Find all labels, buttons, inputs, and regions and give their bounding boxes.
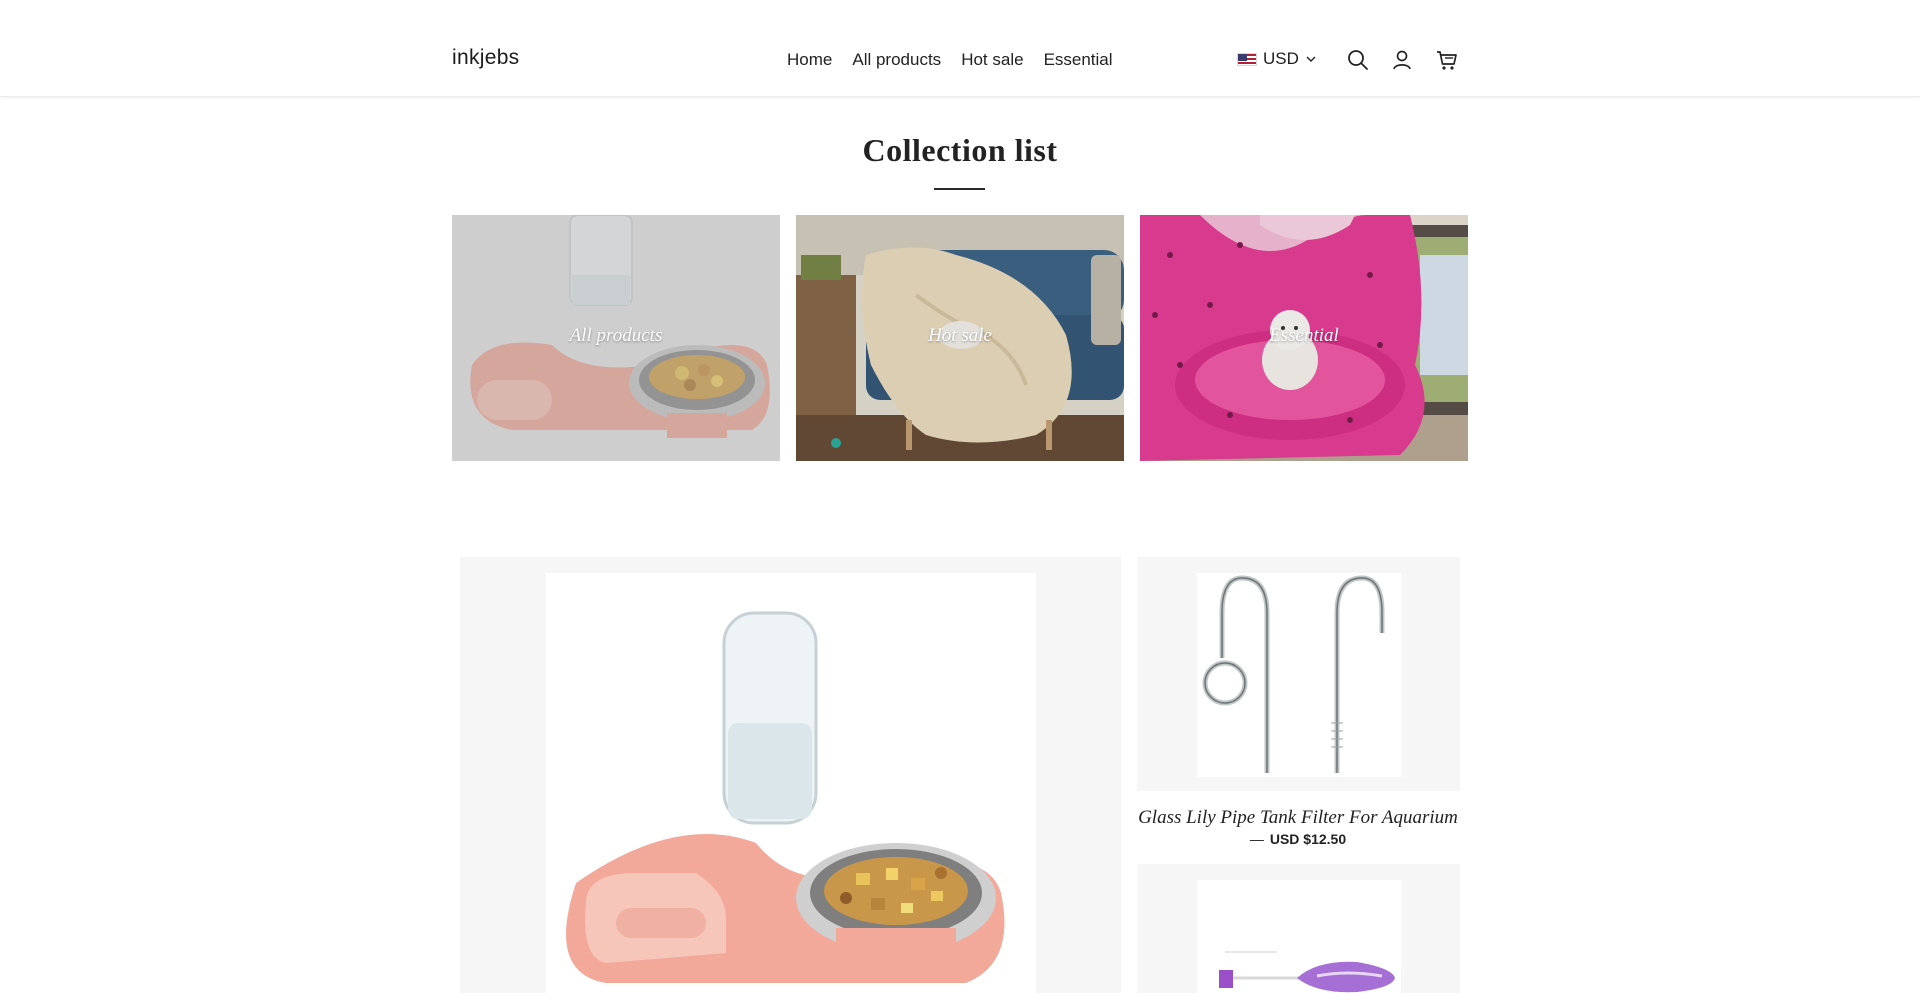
aquarium-tool-image <box>1197 880 1401 993</box>
account-icon[interactable] <box>1390 48 1414 72</box>
currency-label: USD <box>1263 49 1299 68</box>
glass-lily-pipe-image <box>1197 573 1401 777</box>
main-nav: Home All products Hot sale Essential <box>787 50 1113 70</box>
tile-label: Hot sale <box>928 325 992 346</box>
nav-home[interactable]: Home <box>787 50 832 70</box>
collection-tile-hot-sale[interactable]: Hot sale <box>796 215 1124 461</box>
product-card[interactable] <box>1137 557 1460 791</box>
tile-label: Essential <box>1269 325 1339 346</box>
product-image <box>546 573 1036 993</box>
search-icon[interactable] <box>1346 48 1370 72</box>
collection-tile-essential[interactable]: Essential <box>1140 215 1468 461</box>
product-image <box>1197 880 1401 993</box>
currency-selector[interactable]: USD <box>1237 49 1317 69</box>
collection-list-title: Collection list <box>862 132 1058 168</box>
collection-tile-all-products[interactable]: All products <box>452 215 780 461</box>
tile-label: All products <box>569 325 663 346</box>
product-title[interactable]: Glass Lily Pipe Tank Filter For Aquarium <box>1120 807 1476 829</box>
chevron-down-icon <box>1306 56 1316 62</box>
featured-product-large[interactable] <box>460 557 1121 993</box>
title-divider <box>934 188 985 190</box>
site-header: inkjebs Home All products Hot sale Essen… <box>0 0 1920 97</box>
us-flag-icon <box>1237 52 1257 66</box>
pet-feeder-product-image <box>546 573 1036 993</box>
nav-all-products[interactable]: All products <box>852 50 941 70</box>
nav-essential[interactable]: Essential <box>1044 50 1113 70</box>
site-logo[interactable]: inkjebs <box>452 46 519 70</box>
price-value: USD $12.50 <box>1269 831 1347 847</box>
cart-icon[interactable] <box>1435 48 1459 72</box>
price-dash: — <box>1249 831 1264 847</box>
product-price: — USD $12.50 <box>1120 831 1476 847</box>
product-card[interactable] <box>1137 864 1460 993</box>
nav-hot-sale[interactable]: Hot sale <box>961 50 1023 70</box>
product-image <box>1197 573 1401 777</box>
